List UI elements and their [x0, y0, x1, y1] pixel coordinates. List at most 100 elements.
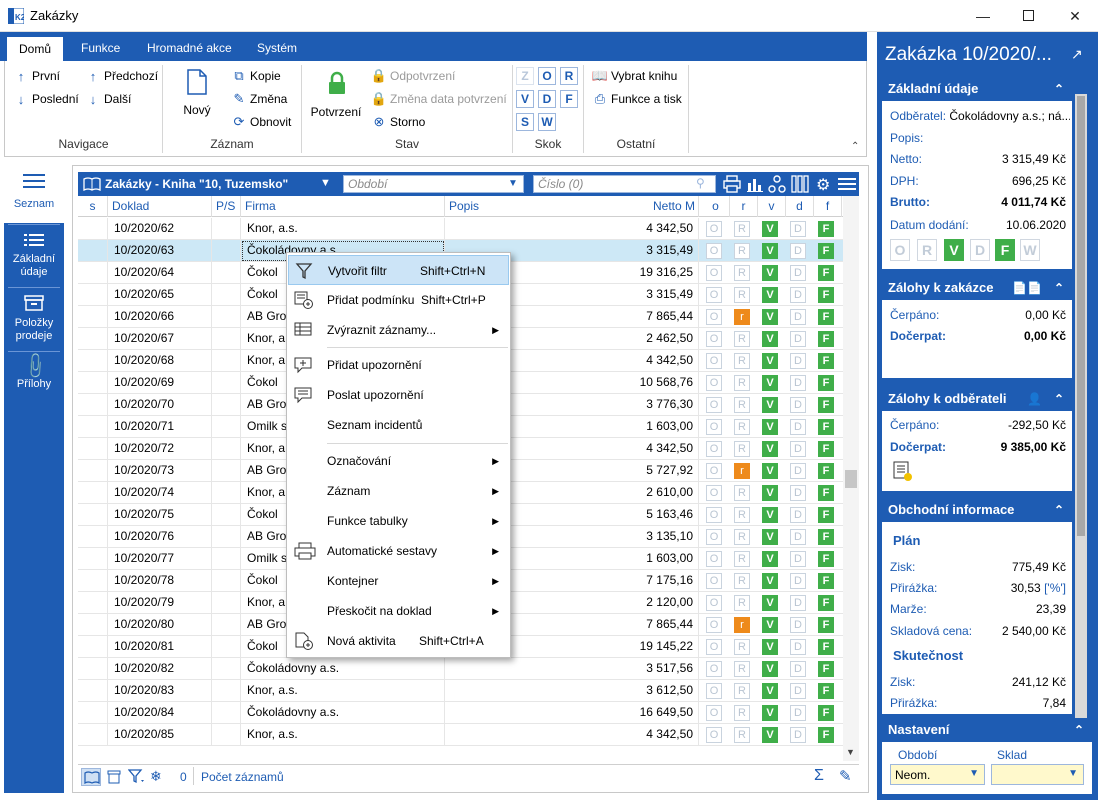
col-header-o[interactable]: o [702, 196, 730, 217]
nav-polozky-prodeje[interactable]: Položky prodeje [4, 291, 64, 351]
refresh-button[interactable]: ⟳ Obnovit [231, 114, 292, 130]
tab-hromadne-akce[interactable]: Hromadné akce [135, 36, 244, 61]
nav-zakladni-udaje[interactable]: Základní údaje [4, 227, 64, 287]
copy-button[interactable]: ⧉ Kopie [231, 68, 280, 84]
collapse-chevron-icon[interactable]: ⌃ [1054, 276, 1064, 300]
panel-scrollbar[interactable] [1075, 94, 1087, 734]
section-header-zalohy-odberatel[interactable]: Zálohy k odběrateli 👤 ⌃ [882, 387, 1072, 411]
functions-print-button[interactable]: ⎙ Funkce a tisk [592, 91, 682, 107]
menu-item-pridat-podminku[interactable]: Přidat podmínku Shift+Ctrl+P [288, 285, 509, 315]
nav-prilohy[interactable]: 📎 Přílohy [4, 351, 64, 405]
menu-item-seznam-incidentu[interactable]: Seznam incidentů [288, 410, 509, 440]
book-select-arrow-icon[interactable]: ▼ [320, 177, 331, 189]
table-row[interactable]: 10/2020/82 Čokoládovny a.s. 3 517,56 O R V D F [78, 658, 843, 680]
last-button[interactable]: ↓ Poslední [13, 91, 79, 107]
chart-icon[interactable] [746, 175, 764, 193]
previous-button[interactable]: ↑ Předchozí [85, 68, 158, 84]
splitter-handle[interactable] [872, 432, 875, 452]
menu-item-preskocit-na-doklad[interactable]: Přeskočit na doklad ▶ [288, 596, 509, 626]
change-confirm-date-button[interactable]: 🔒 Změna data potvrzení [371, 91, 507, 107]
panel-scrollbar-thumb[interactable] [1077, 96, 1085, 536]
popout-icon[interactable]: ↗ [1071, 46, 1083, 63]
menu-item-automaticke-sestavy[interactable]: Automatické sestavy ▶ [288, 536, 509, 566]
document-list-icon[interactable] [893, 461, 913, 481]
tab-system[interactable]: Systém [245, 36, 309, 61]
menu-item-poslat-upozorneni[interactable]: Poslat upozornění [288, 380, 509, 410]
col-header-r[interactable]: r [730, 196, 758, 217]
collapse-chevron-icon[interactable]: ⌃ [1054, 387, 1064, 411]
obdobi-select[interactable]: Neom. ▼ [890, 764, 985, 785]
filter-icon[interactable] [128, 769, 146, 785]
change-button[interactable]: ✎ Změna [231, 91, 288, 107]
collapse-chevron-icon[interactable]: ⌃ [1054, 498, 1064, 522]
scrollbar-thumb[interactable] [845, 470, 857, 488]
col-header-firma[interactable]: Firma [241, 196, 445, 217]
collapse-ribbon-icon[interactable]: ⌃ [851, 141, 859, 152]
dropdown-arrow-icon[interactable]: ▼ [1068, 768, 1078, 779]
jump-o-button[interactable]: O [538, 67, 556, 85]
gear-icon[interactable]: ⚙ [816, 175, 830, 195]
documents-icon[interactable]: 📄📄 [1012, 276, 1042, 300]
jump-v-button[interactable]: V [516, 90, 534, 108]
first-button[interactable]: ↑ První [13, 68, 60, 84]
printer-icon[interactable] [723, 175, 741, 193]
select-book-button[interactable]: 📖 Vybrat knihu [592, 68, 677, 84]
dropdown-arrow-icon[interactable]: ▼ [969, 768, 979, 779]
jump-f-button[interactable]: F [560, 90, 578, 108]
edit-pencil-icon[interactable]: ✎ [839, 767, 852, 785]
columns-icon[interactable] [791, 175, 809, 193]
collapse-chevron-icon[interactable]: ⌃ [1054, 77, 1064, 101]
col-header-netto[interactable]: Netto M [552, 196, 699, 217]
menu-icon[interactable] [838, 176, 856, 192]
scroll-down-arrow-icon[interactable]: ▼ [846, 747, 855, 757]
period-filter-input[interactable]: Období [343, 175, 524, 193]
col-header-v[interactable]: v [758, 196, 786, 217]
hierarchy-icon[interactable] [768, 175, 786, 193]
new-button[interactable]: Nový [179, 69, 215, 129]
menu-item-zvyraznit-zaznamy[interactable]: Zvýraznit záznamy... ▶ [288, 315, 509, 345]
menu-item-oznacovani[interactable]: Označování ▶ [288, 446, 509, 476]
storno-button[interactable]: ⊗ Storno [371, 114, 426, 130]
menu-item-kontejner[interactable]: Kontejner ▶ [288, 566, 509, 596]
section-header-basic[interactable]: Základní údaje ⌃ [882, 77, 1072, 101]
sum-icon[interactable]: Σ [814, 767, 824, 785]
col-header-doklad[interactable]: Doklad [108, 196, 212, 217]
snowflake-icon[interactable]: ❄ [150, 768, 162, 785]
book-toggle-button[interactable] [81, 768, 101, 786]
jump-r-button[interactable]: R [560, 67, 578, 85]
section-header-nastaveni[interactable]: Nastavení ⌃ [882, 718, 1092, 742]
jump-z-button[interactable]: Z [516, 67, 534, 85]
section-header-obchodni[interactable]: Obchodní informace ⌃ [882, 498, 1072, 522]
table-row[interactable]: 10/2020/84 Čokoládovny a.s. 16 649,50 O R V D F [78, 702, 843, 724]
period-dropdown-icon[interactable]: ▼ [508, 178, 518, 189]
minimize-button[interactable]: — [960, 0, 1006, 32]
col-header-s[interactable]: s [78, 196, 108, 217]
sklad-select[interactable]: ▼ [991, 764, 1084, 785]
menu-item-funkce-tabulky[interactable]: Funkce tabulky ▶ [288, 506, 509, 536]
record-count-button[interactable]: Počet záznamů [201, 770, 284, 784]
jump-w-button[interactable]: W [538, 113, 556, 131]
unconfirm-button[interactable]: 🔒 Odpotvrzení [371, 68, 455, 84]
vertical-scrollbar[interactable]: ▼ [843, 196, 859, 761]
tab-domu[interactable]: Domů [6, 36, 65, 61]
tab-funkce[interactable]: Funkce [69, 36, 132, 61]
jump-d-button[interactable]: D [538, 90, 556, 108]
maximize-button[interactable] [1006, 0, 1052, 32]
table-row[interactable]: 10/2020/83 Knor, a.s. 3 612,50 O R V D F [78, 680, 843, 702]
menu-item-pridat-upozorneni[interactable]: Přidat upozornění [288, 350, 509, 380]
user-icon[interactable]: 👤 [1027, 387, 1042, 411]
col-header-f[interactable]: f [814, 196, 842, 217]
nav-seznam[interactable]: Seznam [4, 165, 64, 223]
section-header-zalohy-zakazka[interactable]: Zálohy k zakázce 📄📄 ⌃ [882, 276, 1072, 300]
jump-s-button[interactable]: S [516, 113, 534, 131]
table-row[interactable]: 10/2020/85 Knor, a.s. 4 342,50 O R V D F [78, 724, 843, 746]
search-icon[interactable]: ⚲ [696, 176, 705, 190]
number-search-input[interactable]: Číslo (0) [533, 175, 716, 193]
collapse-chevron-icon[interactable]: ⌃ [1074, 718, 1084, 742]
col-header-d[interactable]: d [786, 196, 814, 217]
confirm-button[interactable]: Potvrzení [307, 71, 365, 131]
next-button[interactable]: ↓ Další [85, 91, 132, 107]
col-header-ps[interactable]: P/S [212, 196, 241, 217]
close-window-button[interactable]: ✕ [1052, 0, 1098, 32]
archive-icon[interactable] [107, 770, 121, 784]
